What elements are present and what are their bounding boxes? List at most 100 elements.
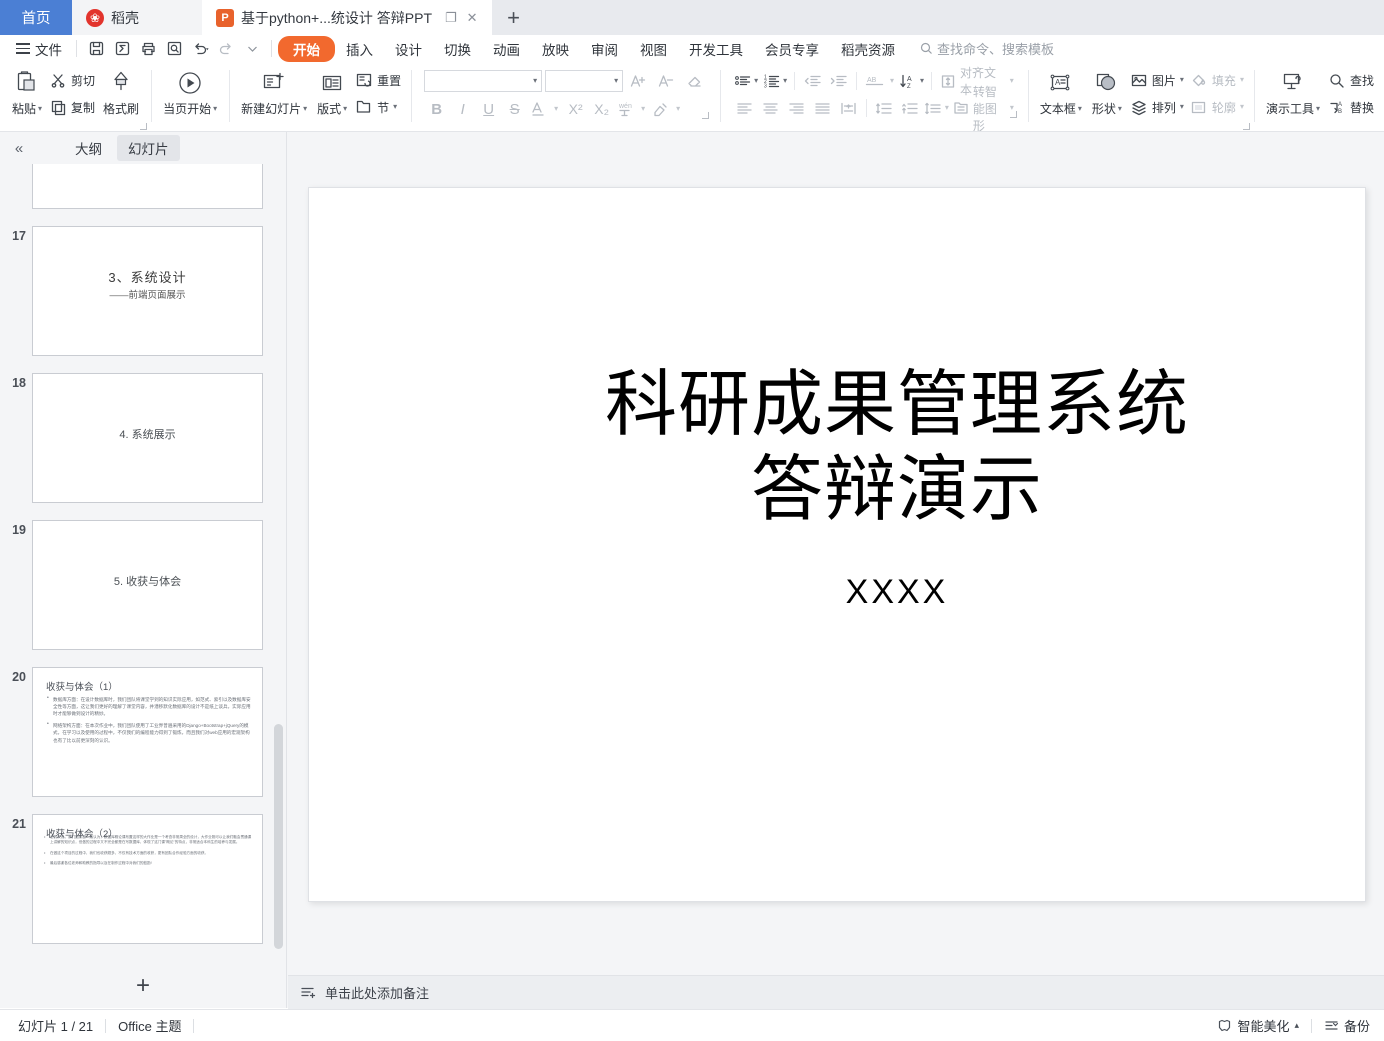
clipboard-dialog-launcher[interactable] <box>140 123 148 130</box>
strikethrough-button[interactable]: S <box>502 97 527 121</box>
format-painter-button[interactable]: 格式刷 <box>98 64 144 117</box>
slide-thumbnail[interactable]: 4. 系统展示 <box>32 373 263 503</box>
ribbon-tab-view[interactable]: 视图 <box>629 37 678 61</box>
highlight-dropdown[interactable]: ▾ <box>672 97 684 121</box>
print-icon[interactable] <box>135 38 161 60</box>
text-direction-button[interactable]: AB ▾ <box>862 69 896 93</box>
chevron-down-icon[interactable]: ▾ <box>1180 76 1184 84</box>
align-left-button[interactable] <box>732 96 757 120</box>
slide-thumbnail[interactable]: 3、系统设计 ——前端页面展示 <box>32 226 263 356</box>
copy-button[interactable]: 复制 <box>47 95 98 119</box>
start-from-current-button[interactable]: 当页开始 ▾ <box>158 64 222 117</box>
chevron-up-icon[interactable]: ▴ <box>1294 1020 1299 1031</box>
tab-document[interactable]: P 基于python+...统设计 答辩PPT ❐ ✕ <box>202 0 492 35</box>
command-search[interactable]: 查找命令、搜索模板 <box>920 39 1054 58</box>
para-spacing-button[interactable] <box>898 96 923 120</box>
slide-subtitle-placeholder[interactable]: XXXX <box>489 573 1305 612</box>
replace-button[interactable]: AB 替换 <box>1325 95 1377 119</box>
superscript-button[interactable]: X² <box>563 97 588 121</box>
font-dialog-launcher[interactable] <box>702 112 710 119</box>
column-spacing-button[interactable]: ▾ <box>924 96 949 120</box>
undo-icon[interactable] <box>187 38 213 60</box>
tab-docer[interactable]: ❀ 稻壳 <box>72 0 202 35</box>
clear-format-button[interactable] <box>682 69 707 93</box>
collapse-left-icon[interactable]: « <box>8 140 30 157</box>
file-menu-button[interactable]: 文件 <box>8 39 70 59</box>
slide-thumbnail[interactable]: 添加、删除、修改 使用django内置的shutil函数读取文件夹，有用户上传的… <box>32 164 263 209</box>
section-button[interactable]: 节 ▾ <box>352 95 404 119</box>
chevron-down-icon[interactable]: ▾ <box>533 77 537 85</box>
chevron-down-icon[interactable]: ▾ <box>393 103 397 111</box>
print-preview-icon[interactable] <box>161 38 187 60</box>
font-color-dropdown[interactable]: ▾ <box>550 97 562 121</box>
slide-thumbnail-item[interactable]: 20 收获与体会（1） 数据库方面：在设计数据库时，我们团队将课堂学到的知识实际… <box>0 655 286 802</box>
cut-button[interactable]: 剪切 <box>47 68 98 92</box>
align-right-button[interactable] <box>784 96 809 120</box>
shape-button[interactable]: 形状 ▾ <box>1087 64 1127 117</box>
pane-tab-slides[interactable]: 幻灯片 <box>117 135 180 161</box>
layout-button[interactable]: 版式 ▾ <box>312 64 352 117</box>
decrease-indent-button[interactable] <box>800 69 825 93</box>
slide-thumbnail-item[interactable]: 19 5. 收获与体会 <box>0 508 286 655</box>
add-slide-button[interactable]: + <box>0 964 286 1008</box>
ribbon-tab-transition[interactable]: 切换 <box>433 37 482 61</box>
increase-indent-button[interactable] <box>826 69 851 93</box>
slide-canvas[interactable]: 科研成果管理系统 答辩演示 XXXX <box>308 187 1366 902</box>
ribbon-tab-animation[interactable]: 动画 <box>482 37 531 61</box>
paste-button[interactable]: 粘贴 ▾ <box>7 64 47 117</box>
phonetic-dropdown[interactable]: ▾ <box>637 97 649 121</box>
paragraph-dialog-launcher[interactable] <box>1009 111 1017 118</box>
distribute-button[interactable] <box>836 96 861 120</box>
ribbon-tab-developer[interactable]: 开发工具 <box>678 37 754 61</box>
slides-pane-scrollbar[interactable] <box>274 724 283 949</box>
increase-font-size-button[interactable] <box>626 69 651 93</box>
italic-button[interactable]: I <box>450 97 475 121</box>
slide-thumbnail-item[interactable]: 21 收获与体会（2） 总的来说，我们团队都一致认为，数据库概论课布置这样的大作… <box>0 802 286 949</box>
chevron-down-icon[interactable]: ▾ <box>920 77 924 85</box>
pane-tab-outline[interactable]: 大纲 <box>64 135 113 161</box>
find-button[interactable]: 查找 <box>1325 68 1377 92</box>
chevron-down-icon[interactable]: ▾ <box>38 104 42 113</box>
outline-button[interactable]: 轮廓 ▾ <box>1187 95 1247 119</box>
justify-button[interactable] <box>810 96 835 120</box>
bullets-button[interactable]: ▾ <box>732 69 760 93</box>
chevron-down-icon[interactable]: ▾ <box>213 104 217 113</box>
align-center-button[interactable] <box>758 96 783 120</box>
chevron-down-icon[interactable]: ▾ <box>1316 104 1320 113</box>
convert-to-smartart-button[interactable]: 转智能图形 ▾ <box>950 85 1016 131</box>
tab-home[interactable]: 首页 <box>0 0 72 35</box>
chevron-down-icon[interactable]: ▾ <box>1180 103 1184 111</box>
save-as-icon[interactable] <box>109 38 135 60</box>
tab-restore-icon[interactable]: ❐ <box>445 11 457 24</box>
chevron-down-icon[interactable]: ▾ <box>614 77 618 85</box>
ribbon-tab-member[interactable]: 会员专享 <box>754 37 830 61</box>
bold-button[interactable]: B <box>424 97 449 121</box>
decrease-font-size-button[interactable] <box>654 69 679 93</box>
new-tab-button[interactable]: + <box>492 0 536 35</box>
arrange-button[interactable]: 排列 ▾ <box>1127 95 1187 119</box>
line-spacing-button[interactable] <box>872 96 897 120</box>
new-slide-button[interactable]: 新建幻灯片 ▾ <box>236 64 312 117</box>
tab-close-icon[interactable]: ✕ <box>467 11 478 24</box>
save-icon[interactable] <box>83 38 109 60</box>
ribbon-tab-slideshow[interactable]: 放映 <box>531 37 580 61</box>
highlight-button[interactable] <box>650 97 671 121</box>
text-box-button[interactable]: A 文本框 ▾ <box>1035 64 1087 117</box>
chevron-down-icon[interactable]: ▾ <box>783 77 787 85</box>
chevron-down-icon[interactable]: ▾ <box>343 104 347 113</box>
slide-thumbnail[interactable]: 收获与体会（1） 数据库方面：在设计数据库时，我们团队将课堂学到的知识实际应用，… <box>32 667 263 797</box>
theme-name[interactable]: Office 主题 <box>106 1016 193 1035</box>
numbering-button[interactable]: 123 ▾ <box>761 69 789 93</box>
chevron-down-icon[interactable]: ▾ <box>1078 104 1082 113</box>
ribbon-tab-design[interactable]: 设计 <box>384 37 433 61</box>
backup-button[interactable]: 备份 <box>1318 1016 1376 1035</box>
smart-beautify-button[interactable]: 智能美化 ▴ <box>1211 1016 1305 1035</box>
notes-pane[interactable]: 单击此处添加备注 <box>288 975 1384 1009</box>
drawing-dialog-launcher[interactable] <box>1242 123 1250 130</box>
picture-button[interactable]: 图片 ▾ <box>1127 68 1187 92</box>
chevron-down-icon[interactable]: ▾ <box>1118 104 1122 113</box>
slide-thumbnail[interactable]: 5. 收获与体会 <box>32 520 263 650</box>
font-color-button[interactable] <box>528 97 549 121</box>
chevron-down-icon[interactable]: ▾ <box>754 77 758 85</box>
ribbon-tab-review[interactable]: 审阅 <box>580 37 629 61</box>
